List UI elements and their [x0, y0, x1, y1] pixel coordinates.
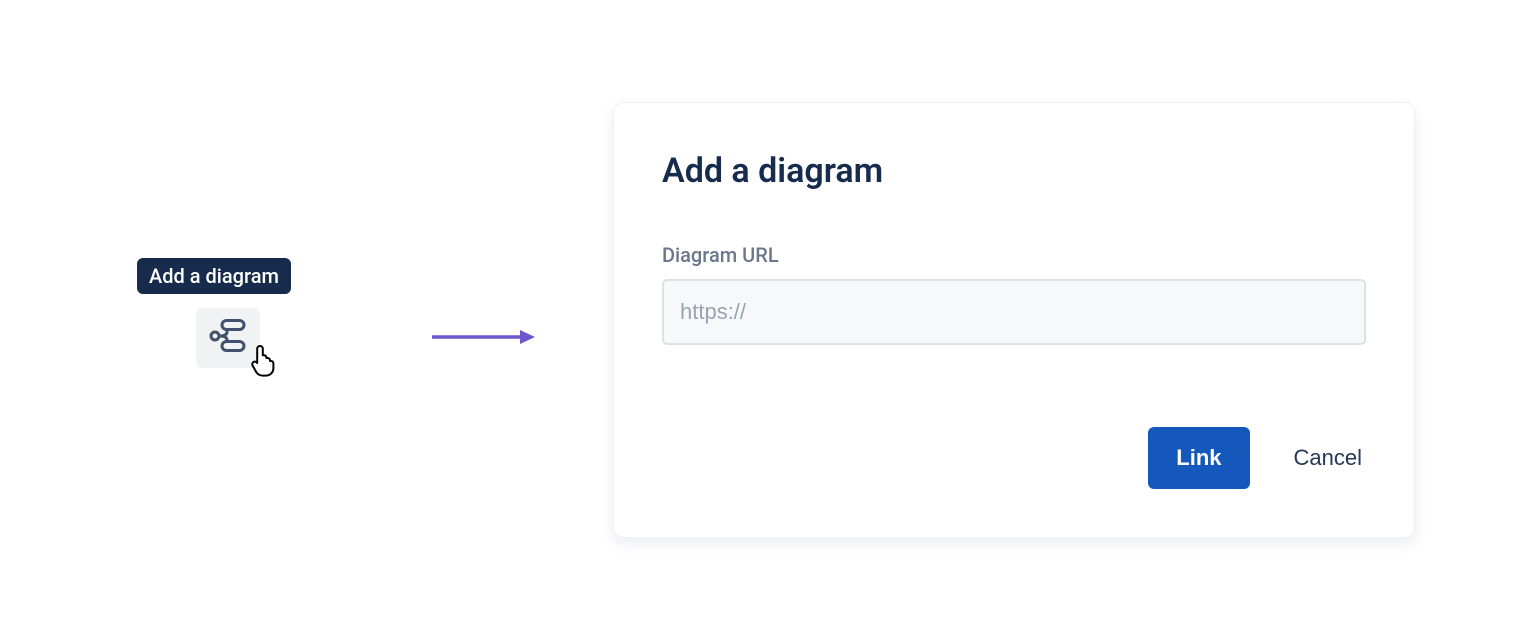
modal-title: Add a diagram	[662, 151, 1366, 191]
diagram-icon	[208, 318, 248, 358]
tooltip-add-diagram: Add a diagram	[137, 258, 291, 294]
modal-button-row: Link Cancel	[1148, 427, 1366, 489]
add-diagram-modal: Add a diagram Diagram URL Link Cancel	[613, 102, 1415, 538]
arrow-right-icon	[432, 329, 537, 345]
url-field-label: Diagram URL	[662, 243, 1366, 267]
tooltip-label: Add a diagram	[149, 264, 279, 288]
cancel-button[interactable]: Cancel	[1290, 437, 1366, 479]
add-diagram-button[interactable]	[196, 308, 260, 368]
diagram-url-input[interactable]	[662, 279, 1366, 345]
link-button[interactable]: Link	[1148, 427, 1249, 489]
